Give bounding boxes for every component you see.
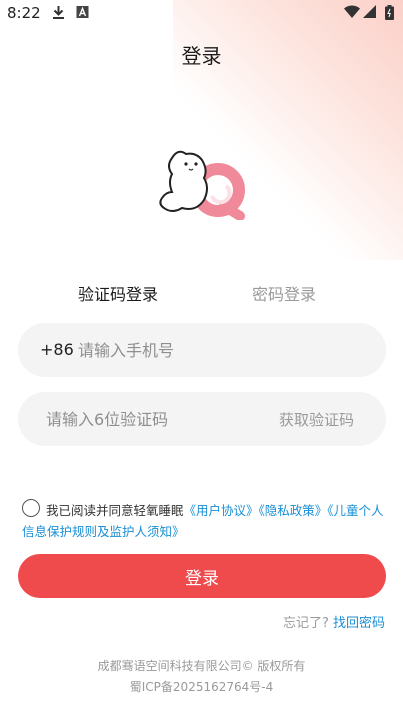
code-input[interactable]	[46, 392, 276, 446]
page-title: 登录	[181, 44, 222, 68]
wifi-icon	[344, 5, 360, 23]
forgot-question: 忘记了?	[282, 616, 329, 631]
app-logo	[156, 148, 248, 221]
phone-input[interactable]	[78, 323, 368, 377]
signal-icon	[363, 5, 376, 23]
agreement-label: 我已阅读并同意轻氧睡眠	[46, 503, 184, 518]
recover-password-link[interactable]: 找回密码	[333, 616, 385, 631]
forgot-password-row: 忘记了? 找回密码	[283, 612, 385, 631]
phone-field: +86	[18, 323, 386, 377]
icp-number: 蜀ICP备2025162764号-4	[129, 680, 274, 694]
status-time: 8:22	[7, 4, 41, 22]
login-button[interactable]: 登录	[18, 554, 386, 598]
tab-password-login[interactable]: 密码登录	[252, 281, 316, 305]
footer: 成都骞语空间科技有限公司© 版权所有 蜀ICP备2025162764号-4	[0, 656, 403, 698]
code-field: 获取验证码	[18, 392, 386, 446]
privacy-policy-link[interactable]: 《隐私政策》	[259, 503, 328, 518]
user-agreement-link[interactable]: 《用户协议》	[184, 503, 259, 518]
copyright-text: 成都骞语空间科技有限公司© 版权所有	[97, 659, 306, 673]
tab-sms-login[interactable]: 验证码登录	[78, 281, 158, 305]
status-bar: 8:22	[0, 0, 403, 28]
get-code-button[interactable]: 获取验证码	[279, 409, 354, 430]
agreement-text: 我已阅读并同意轻氧睡眠《用户协议》《隐私政策》《儿童个人信息保护规则及监护人须知…	[22, 500, 388, 542]
country-code-prefix[interactable]: +86	[40, 340, 74, 359]
download-icon	[52, 5, 65, 23]
battery-icon	[385, 5, 394, 24]
corner-gradient	[173, 0, 403, 260]
a-notification-icon	[76, 5, 89, 23]
